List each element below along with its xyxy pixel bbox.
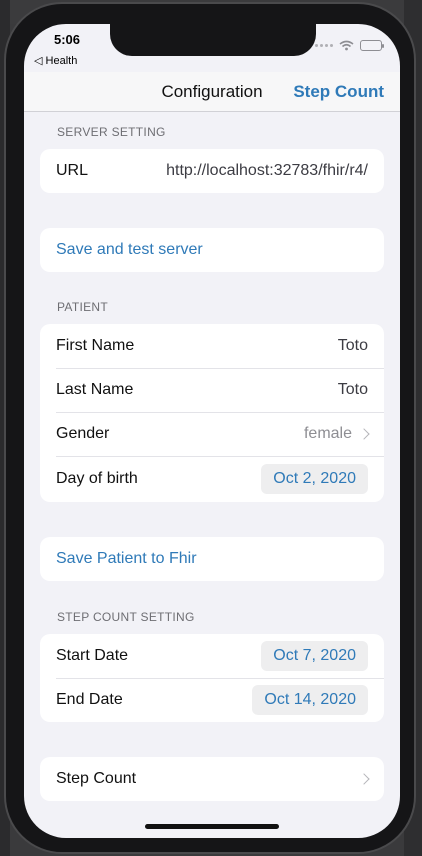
first-name-row[interactable]: First Name Toto bbox=[40, 324, 384, 368]
home-indicator[interactable] bbox=[145, 824, 279, 829]
last-name-label: Last Name bbox=[56, 381, 134, 398]
save-patient-label: Save Patient to Fhir bbox=[56, 550, 197, 567]
step-count-group: Step Count bbox=[40, 757, 384, 801]
notch bbox=[110, 24, 316, 56]
last-name-row[interactable]: Last Name Toto bbox=[40, 368, 384, 412]
patient-group: First Name Toto Last Name Toto Gender fe… bbox=[40, 324, 384, 502]
server-setting-header: SERVER SETTING bbox=[57, 125, 166, 139]
end-date-label: End Date bbox=[56, 691, 123, 708]
step-count-label: Step Count bbox=[56, 770, 137, 787]
status-time: 5:06 bbox=[54, 32, 81, 47]
end-date-row: End Date Oct 14, 2020 bbox=[40, 678, 384, 722]
phone-frame: 5:06 ◁ Health Configuration Step Count S… bbox=[4, 2, 416, 854]
url-label: URL bbox=[56, 162, 89, 179]
gender-value: female bbox=[303, 425, 352, 442]
save-test-group: Save and test server bbox=[40, 228, 384, 272]
last-name-field[interactable]: Toto bbox=[338, 381, 368, 399]
save-test-server-label: Save and test server bbox=[56, 241, 203, 258]
gender-row[interactable]: Gender female bbox=[40, 412, 384, 456]
save-patient-group: Save Patient to Fhir bbox=[40, 537, 384, 581]
save-test-server-button[interactable]: Save and test server bbox=[40, 228, 384, 272]
day-of-birth-picker[interactable]: Oct 2, 2020 bbox=[261, 464, 368, 494]
first-name-label: First Name bbox=[56, 337, 135, 354]
step-count-row[interactable]: Step Count bbox=[40, 757, 384, 801]
url-row[interactable]: URL http://localhost:32783/fhir/r4/ bbox=[40, 149, 384, 193]
navigation-bar: Configuration Step Count bbox=[24, 72, 400, 112]
back-to-app-link[interactable]: ◁ Health bbox=[34, 54, 77, 67]
chevron-right-icon bbox=[358, 428, 370, 440]
step-count-setting-header: STEP COUNT SETTING bbox=[57, 610, 195, 624]
chevron-right-icon bbox=[358, 773, 370, 785]
start-date-picker[interactable]: Oct 7, 2020 bbox=[261, 641, 368, 671]
wifi-icon bbox=[339, 40, 354, 51]
start-date-label: Start Date bbox=[56, 647, 129, 664]
gender-label: Gender bbox=[56, 425, 110, 442]
save-patient-button[interactable]: Save Patient to Fhir bbox=[40, 537, 384, 581]
battery-icon bbox=[360, 40, 384, 51]
end-date-picker[interactable]: Oct 14, 2020 bbox=[252, 685, 368, 715]
server-url-group: URL http://localhost:32783/fhir/r4/ bbox=[40, 149, 384, 193]
patient-header: PATIENT bbox=[57, 300, 108, 314]
day-of-birth-row: Day of birth Oct 2, 2020 bbox=[40, 456, 384, 502]
step-count-setting-group: Start Date Oct 7, 2020 End Date Oct 14, … bbox=[40, 634, 384, 722]
app-screen: 5:06 ◁ Health Configuration Step Count S… bbox=[24, 24, 400, 838]
url-field[interactable]: http://localhost:32783/fhir/r4/ bbox=[166, 162, 368, 180]
start-date-row: Start Date Oct 7, 2020 bbox=[40, 634, 384, 678]
day-of-birth-label: Day of birth bbox=[56, 470, 138, 487]
first-name-field[interactable]: Toto bbox=[338, 337, 368, 355]
step-count-nav-button[interactable]: Step Count bbox=[293, 82, 384, 102]
status-icons bbox=[315, 40, 384, 51]
signal-icon bbox=[315, 44, 333, 47]
